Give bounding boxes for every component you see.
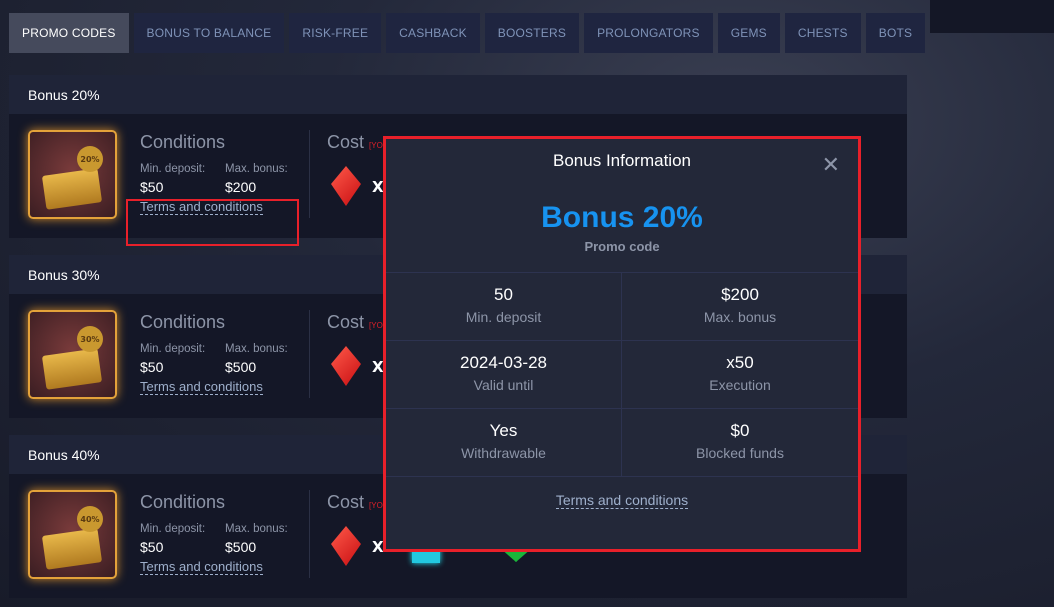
detail-value: x50 xyxy=(726,353,754,372)
tab-bar: PROMO CODES BONUS TO BALANCE RISK-FREE CASH… xyxy=(9,13,926,53)
cost-heading: Cost [YO xyxy=(327,132,383,153)
max-bonus-label: Max. bonus: xyxy=(225,163,288,175)
tab-bots[interactable]: BOTS xyxy=(865,13,926,53)
min-deposit-label: Min. deposit: xyxy=(140,343,206,355)
badge-coin: 30% xyxy=(77,326,103,352)
red-gem-icon xyxy=(331,166,361,206)
detail-min-deposit: 50 Min. deposit xyxy=(386,273,622,341)
detail-label: Max. bonus xyxy=(703,309,777,325)
gift-icon xyxy=(41,168,103,210)
cost-note: [YO xyxy=(369,321,383,330)
tab-gems[interactable]: GEMS xyxy=(717,13,780,53)
bonus-name: Bonus 20% xyxy=(541,201,703,234)
detail-label: Min. deposit xyxy=(465,309,542,325)
max-bonus-label: Max. bonus: xyxy=(225,343,288,355)
divider xyxy=(309,490,310,578)
detail-label: Valid until xyxy=(473,377,534,393)
terms-link[interactable]: Terms and conditions xyxy=(140,379,263,395)
conditions: Conditions Min. deposit: $50 Max. bonus: $… xyxy=(140,312,300,395)
red-gem-icon xyxy=(331,526,361,566)
max-bonus-value: $200 xyxy=(225,179,257,195)
tab-chests[interactable]: CHESTS xyxy=(784,13,861,53)
detail-blocked-funds: $0 Blocked funds xyxy=(622,409,858,477)
tab-boosters[interactable]: BOOSTERS xyxy=(484,13,580,53)
bonus-subtitle: Promo code xyxy=(584,239,660,254)
cost-multiplier: X xyxy=(372,178,384,196)
bonus-info-modal: Bonus Information ✕ Bonus 20% Promo code… xyxy=(383,136,861,552)
highlight-box xyxy=(126,199,299,246)
min-deposit-label: Min. deposit: xyxy=(140,523,206,535)
cost-label: Cost xyxy=(327,492,365,512)
badge-coin: 20% xyxy=(77,146,103,172)
modal-title: Bonus Information xyxy=(553,151,691,170)
terms-link[interactable]: Terms and conditions xyxy=(140,559,263,575)
badge-coin: 40% xyxy=(77,506,103,532)
cost-heading: Cost [YO xyxy=(327,312,383,333)
bonus-gift-icon: 30% xyxy=(28,310,117,399)
bonus-gift-icon: 40% xyxy=(28,490,117,579)
detail-value: 50 xyxy=(494,285,513,304)
side-panel xyxy=(930,0,1054,33)
cost-label: Cost xyxy=(327,312,365,332)
cost-note: [YO xyxy=(369,141,383,150)
cost-heading: Cost [YO xyxy=(327,492,383,513)
detail-value: $200 xyxy=(721,285,759,304)
conditions-heading: Conditions xyxy=(140,492,226,512)
detail-max-bonus: $200 Max. bonus xyxy=(622,273,858,341)
conditions-heading: Conditions xyxy=(140,312,226,332)
max-bonus-value: $500 xyxy=(225,359,257,375)
detail-valid-until: 2024-03-28 Valid until xyxy=(386,341,622,409)
detail-withdrawable: Yes Withdrawable xyxy=(386,409,622,477)
tab-bonus-to-balance[interactable]: BONUS TO BALANCE xyxy=(133,13,285,53)
gift-icon xyxy=(41,348,103,390)
detail-label: Blocked funds xyxy=(696,445,784,461)
detail-value: 2024-03-28 xyxy=(460,353,547,372)
card-title: Bonus 20% xyxy=(9,75,907,114)
min-deposit-label: Min. deposit: xyxy=(140,163,206,175)
detail-label: Execution xyxy=(709,377,771,393)
min-deposit-value: $50 xyxy=(140,539,164,555)
detail-value: Yes xyxy=(489,421,518,440)
modal-terms-link[interactable]: Terms and conditions xyxy=(555,492,689,509)
max-bonus-label: Max. bonus: xyxy=(225,523,288,535)
tab-promo-codes[interactable]: PROMO CODES xyxy=(9,13,129,53)
close-icon[interactable]: ✕ xyxy=(822,153,840,178)
detail-label: Withdrawable xyxy=(461,445,546,461)
min-deposit-value: $50 xyxy=(140,359,164,375)
tab-prolongators[interactable]: PROLONGATORS xyxy=(584,13,713,53)
min-deposit-value: $50 xyxy=(140,179,164,195)
tab-risk-free[interactable]: RISK-FREE xyxy=(289,13,382,53)
detail-value: $0 xyxy=(730,421,750,440)
divider xyxy=(309,310,310,398)
cost-multiplier: X xyxy=(372,358,384,376)
cost-note: [YO xyxy=(369,501,383,510)
divider xyxy=(309,130,310,218)
red-gem-icon xyxy=(331,346,361,386)
cost-label: Cost xyxy=(327,132,365,152)
bonus-details: 50 Min. deposit $200 Max. bonus 2024-03-28… xyxy=(386,272,858,477)
max-bonus-value: $500 xyxy=(225,539,257,555)
tab-cashback[interactable]: CASHBACK xyxy=(386,13,480,53)
detail-execution: x50 Execution xyxy=(622,341,858,409)
conditions-heading: Conditions xyxy=(140,132,226,152)
conditions: Conditions Min. deposit: $50 Max. bonus: $… xyxy=(140,492,300,575)
gift-icon xyxy=(41,528,103,570)
bonus-gift-icon: 20% xyxy=(28,130,117,219)
cost-multiplier: X xyxy=(372,538,384,556)
